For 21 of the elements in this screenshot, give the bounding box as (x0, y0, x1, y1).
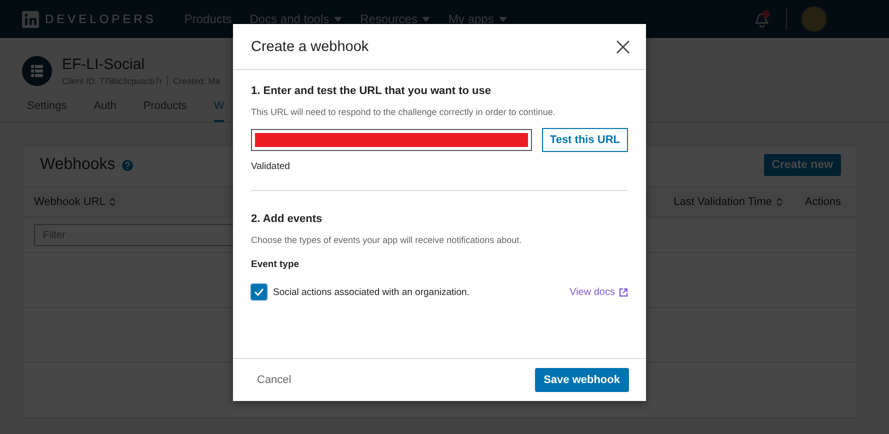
cancel-button[interactable]: Cancel (257, 374, 292, 386)
app-name: EF-LI-Social (62, 56, 146, 73)
section-heading: 1. Enter and test the URL that you want to use (251, 85, 492, 97)
validation-status: Validated (251, 161, 291, 172)
checkbox[interactable] (251, 284, 267, 300)
section-description: This URL will need to respond to the challenge correctly in order to continue. (251, 107, 556, 117)
checkmark-icon (254, 288, 264, 296)
card-title: Webhooks (40, 156, 116, 174)
event-label: Social actions associated with an organization. (273, 286, 470, 298)
section-heading: 2. Add events (251, 213, 324, 225)
brand-name: DEVELOPERS (45, 12, 156, 26)
close-button[interactable] (616, 40, 630, 54)
external-link-icon (619, 288, 628, 296)
column-header: Actions (804, 196, 841, 208)
test-url-button[interactable]: Test this URL (542, 128, 628, 152)
dialog-title: Create a webhook (251, 38, 369, 54)
url-input-field[interactable] (251, 129, 532, 151)
event-type-label: Event type (251, 259, 300, 270)
section-description: Choose the types of events your app will receive notifications about. (251, 235, 523, 245)
view-docs-link[interactable]: View docs (570, 286, 628, 298)
save-webhook-button[interactable]: Save webhook (534, 368, 629, 392)
